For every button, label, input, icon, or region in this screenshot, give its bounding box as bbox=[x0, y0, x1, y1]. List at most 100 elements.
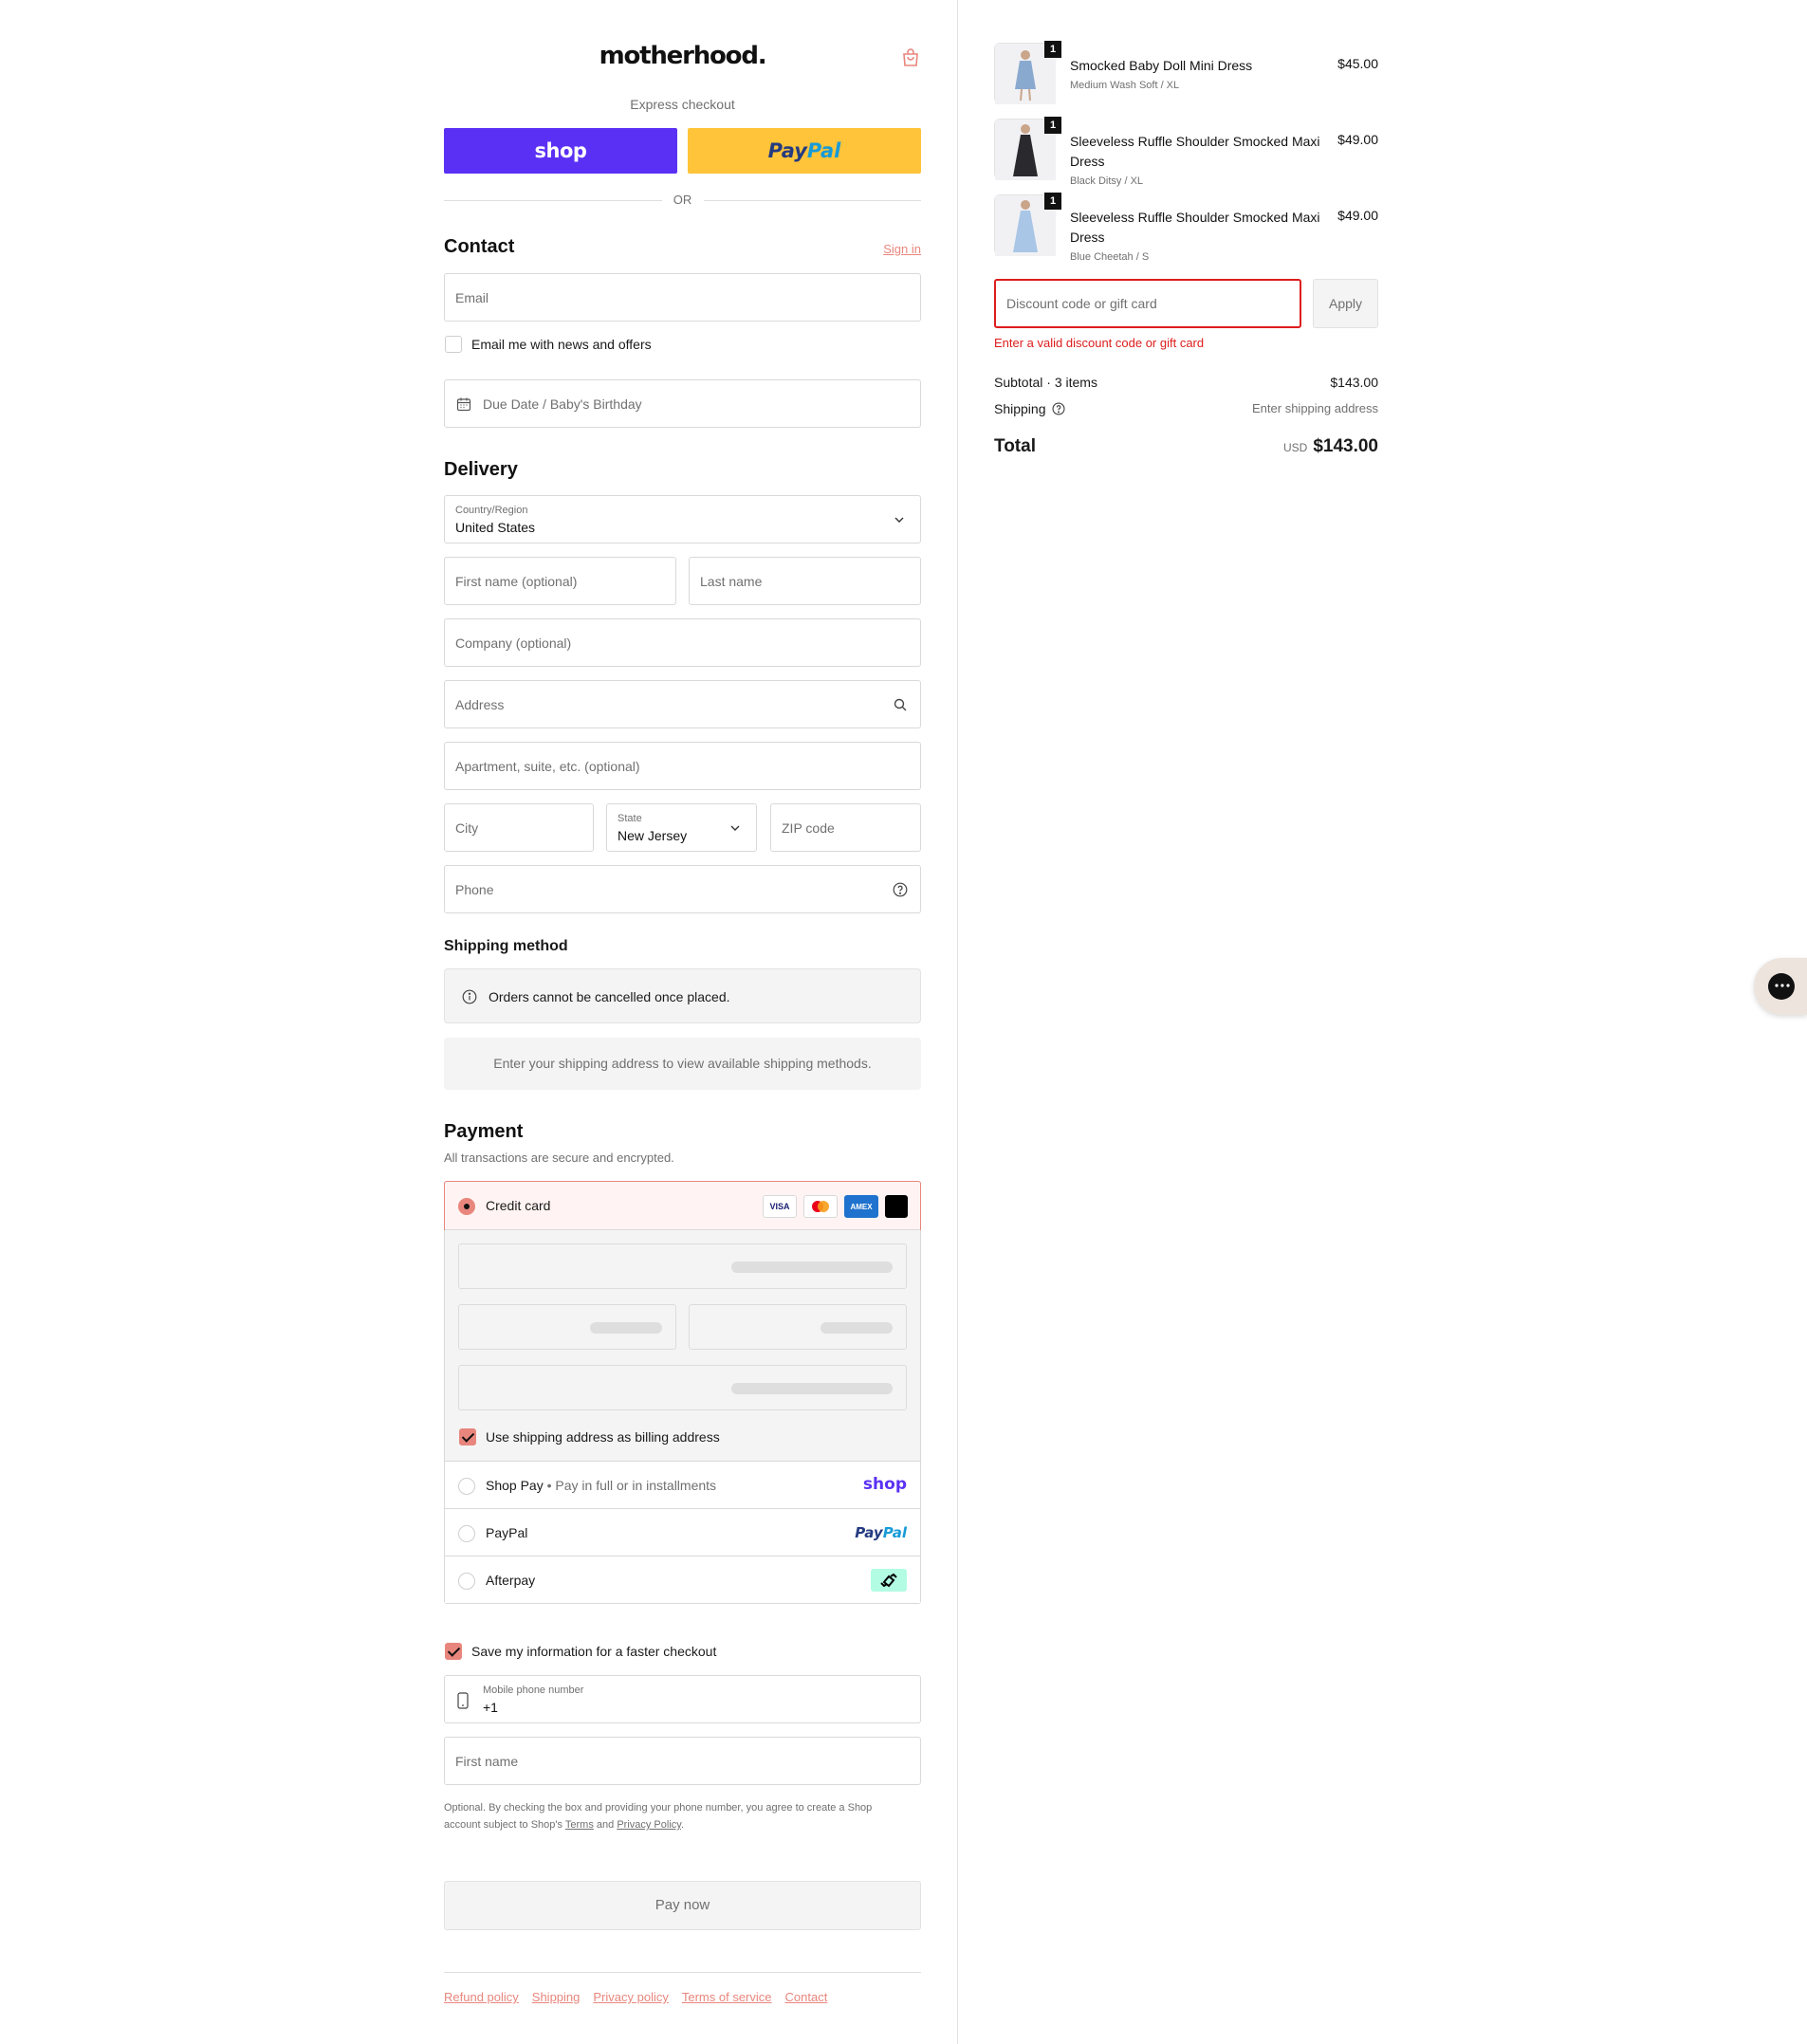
last-name-field[interactable]: Last name bbox=[689, 557, 921, 605]
newsletter-checkbox[interactable] bbox=[445, 336, 462, 353]
footer-link-privacy[interactable]: Privacy policy bbox=[593, 1990, 668, 2004]
afterpay-label: Afterpay bbox=[486, 1573, 536, 1588]
contact-heading: Contact bbox=[444, 236, 515, 257]
delivery-heading: Delivery bbox=[444, 459, 518, 480]
shipping-label: Shipping bbox=[994, 401, 1046, 416]
phone-placeholder: Phone bbox=[455, 882, 494, 897]
city-field[interactable]: City bbox=[444, 803, 594, 852]
zip-field[interactable]: ZIP code bbox=[770, 803, 921, 852]
save-info-label: Save my information for a faster checkou… bbox=[471, 1644, 717, 1659]
chat-launcher-button[interactable] bbox=[1754, 958, 1807, 1015]
email-placeholder: Email bbox=[455, 290, 489, 305]
total-label: Total bbox=[994, 436, 1036, 456]
amex-icon: AMEX bbox=[844, 1195, 878, 1218]
name-on-card-field[interactable] bbox=[458, 1365, 907, 1410]
mobile-label: Mobile phone number bbox=[483, 1685, 584, 1696]
payment-heading: Payment bbox=[444, 1121, 524, 1142]
address-field[interactable]: Address bbox=[444, 680, 921, 728]
first-name-field[interactable]: First name (optional) bbox=[444, 557, 676, 605]
terms-link[interactable]: Terms bbox=[565, 1819, 594, 1831]
store-logo[interactable]: motherhood. bbox=[444, 42, 921, 70]
security-code-field[interactable] bbox=[689, 1304, 907, 1350]
help-icon[interactable] bbox=[893, 882, 908, 897]
card-number-field[interactable] bbox=[458, 1243, 907, 1289]
shop-legal-text: Optional. By checking the box and provid… bbox=[444, 1802, 873, 1831]
payment-methods: Credit card VISA AMEX Use shipping addre… bbox=[444, 1181, 921, 1604]
product-price: $45.00 bbox=[1337, 56, 1378, 71]
newsletter-label: Email me with news and offers bbox=[471, 337, 652, 352]
apartment-placeholder: Apartment, suite, etc. (optional) bbox=[455, 759, 640, 774]
phone-field[interactable]: Phone bbox=[444, 865, 921, 913]
quantity-badge: 1 bbox=[1044, 193, 1061, 210]
expiry-field[interactable] bbox=[458, 1304, 676, 1350]
shop-pay-radio[interactable] bbox=[458, 1478, 475, 1495]
paypal-radio[interactable] bbox=[458, 1525, 475, 1542]
checkout-column: motherhood. Express checkout shop Pay Pal… bbox=[444, 0, 921, 2044]
shop-pay-logo: shop bbox=[862, 1475, 907, 1494]
footer-link-refund[interactable]: Refund policy bbox=[444, 1990, 519, 2004]
shipping-value: Enter shipping address bbox=[1252, 401, 1378, 415]
last-name-placeholder: Last name bbox=[700, 574, 763, 589]
country-value: United States bbox=[455, 520, 536, 535]
remember-first-name-field[interactable]: First name bbox=[444, 1737, 921, 1785]
payment-subtitle: All transactions are secure and encrypte… bbox=[444, 1151, 674, 1165]
country-label: Country/Region bbox=[455, 505, 528, 516]
country-select[interactable]: Country/Region United States bbox=[444, 495, 921, 543]
email-field[interactable]: Email bbox=[444, 273, 921, 322]
footer-link-contact[interactable]: Contact bbox=[785, 1990, 828, 2004]
help-icon[interactable] bbox=[1052, 402, 1065, 418]
address-placeholder: Address bbox=[455, 697, 505, 712]
afterpay-logo bbox=[871, 1569, 907, 1592]
remember-first-name-placeholder: First name bbox=[455, 1754, 519, 1769]
save-info-checkbox[interactable] bbox=[445, 1643, 462, 1660]
state-label: State bbox=[618, 813, 642, 824]
discount-code-input[interactable]: Discount code or gift card bbox=[994, 279, 1301, 328]
product-title: Sleeveless Ruffle Shoulder Smocked Maxi … bbox=[1070, 132, 1326, 192]
credit-card-label: Credit card bbox=[486, 1198, 551, 1213]
footer-link-shipping[interactable]: Shipping bbox=[532, 1990, 581, 2004]
mastercard-icon bbox=[803, 1195, 838, 1218]
sign-in-link[interactable]: Sign in bbox=[883, 242, 921, 256]
footer-divider bbox=[444, 1972, 921, 1973]
payment-option-credit-card[interactable]: Credit card VISA AMEX bbox=[444, 1181, 921, 1230]
discount-placeholder: Discount code or gift card bbox=[1006, 296, 1157, 311]
cart-icon[interactable] bbox=[900, 47, 921, 68]
state-select[interactable]: State New Jersey bbox=[606, 803, 757, 852]
payment-option-afterpay[interactable]: Afterpay bbox=[445, 1556, 920, 1603]
product-variant: Black Ditsy / XL bbox=[1070, 175, 1144, 187]
apply-discount-button[interactable]: Apply bbox=[1313, 279, 1378, 328]
shop-pay-subtitle: Pay in full or in installments bbox=[555, 1478, 717, 1493]
privacy-link[interactable]: Privacy Policy bbox=[617, 1819, 681, 1831]
card-fields: Use shipping address as billing address bbox=[445, 1229, 920, 1461]
paypal-express-button[interactable]: Pay Pal bbox=[688, 128, 921, 174]
pay-now-button[interactable]: Pay now bbox=[444, 1881, 921, 1930]
total-row: Total USD $143.00 bbox=[994, 436, 1378, 461]
payment-option-paypal[interactable]: PayPal PayPal bbox=[445, 1508, 920, 1556]
footer-link-terms[interactable]: Terms of service bbox=[682, 1990, 772, 2004]
due-date-field[interactable]: Due Date / Baby's Birthday bbox=[444, 379, 921, 428]
shipping-method-heading: Shipping method bbox=[444, 938, 568, 954]
subtotal-label: Subtotal · 3 items bbox=[994, 375, 1097, 390]
or-text: OR bbox=[673, 193, 692, 207]
shipping-notice: Orders cannot be cancelled once placed. bbox=[444, 968, 921, 1023]
payment-option-shop-pay[interactable]: Shop Pay • Pay in full or in installment… bbox=[445, 1461, 920, 1508]
company-placeholder: Company (optional) bbox=[455, 635, 572, 651]
credit-card-radio[interactable] bbox=[458, 1198, 475, 1215]
shop-pay-express-button[interactable]: shop bbox=[444, 128, 677, 174]
subtotal-value: $143.00 bbox=[1330, 375, 1378, 390]
billing-same-checkbox[interactable] bbox=[459, 1428, 476, 1446]
line-item: 1 Smocked Baby Doll Mini Dress Medium Was… bbox=[994, 41, 1378, 109]
paypal-logo: PayPal bbox=[855, 1524, 907, 1541]
company-field[interactable]: Company (optional) bbox=[444, 618, 921, 667]
paypal-logo-pal: Pal bbox=[806, 139, 841, 162]
chevron-down-icon bbox=[728, 821, 744, 837]
afterpay-radio[interactable] bbox=[458, 1573, 475, 1590]
paypal-logo-pay: Pay bbox=[767, 139, 807, 162]
shipping-methods-empty: Enter your shipping address to view avai… bbox=[444, 1038, 921, 1090]
first-name-placeholder: First name (optional) bbox=[455, 574, 578, 589]
product-title: Sleeveless Ruffle Shoulder Smocked Maxi … bbox=[1070, 208, 1326, 267]
apartment-field[interactable]: Apartment, suite, etc. (optional) bbox=[444, 742, 921, 790]
shop-pay-title: Shop Pay bbox=[486, 1478, 544, 1493]
mobile-phone-field[interactable]: Mobile phone number +1 bbox=[444, 1675, 921, 1723]
mobile-value: +1 bbox=[483, 1700, 498, 1715]
